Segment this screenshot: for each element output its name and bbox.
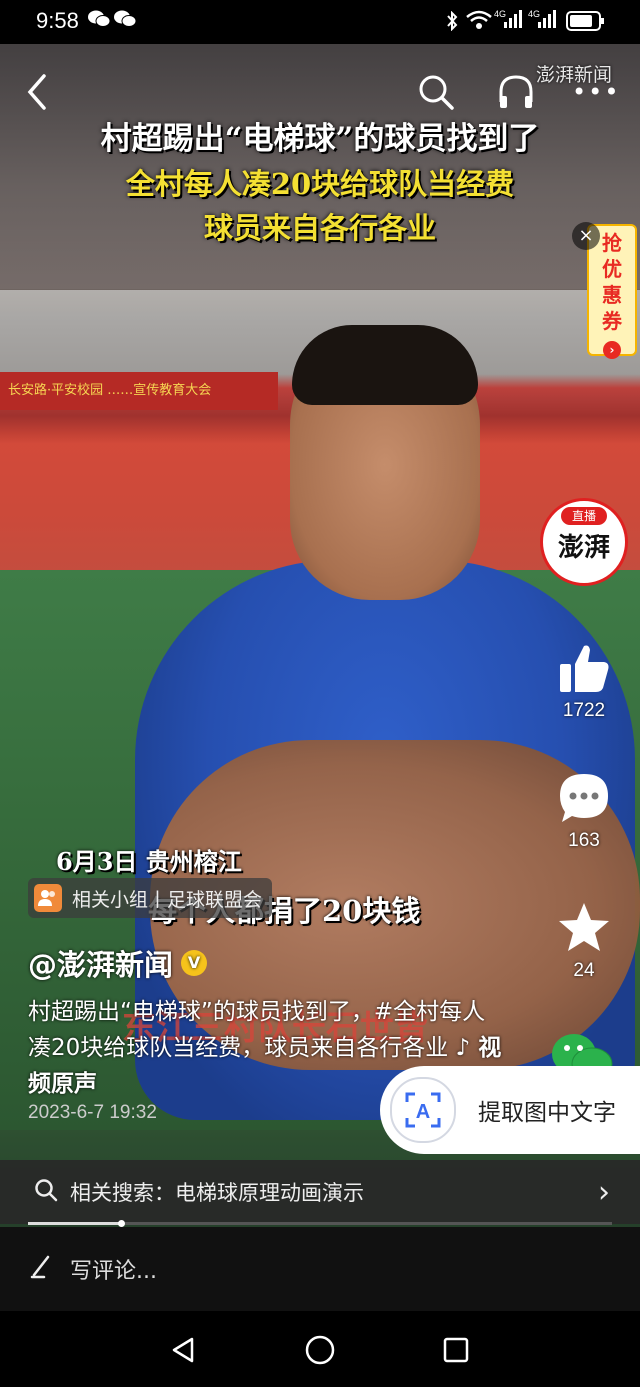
post-date: 2023-6-7 19:32 (28, 1102, 157, 1123)
wechat-icon (114, 10, 137, 32)
group-icon (34, 884, 62, 912)
pen-icon (30, 1253, 56, 1285)
search-icon (34, 1178, 58, 1207)
extract-text-label: 提取图中文字 (478, 1100, 616, 1126)
like-count: 1722 (562, 700, 606, 721)
nav-recents-button[interactable] (442, 1336, 470, 1368)
close-icon: × (578, 225, 594, 246)
title-line-1: 村超踢出“电梯球”的球员找到了 (100, 121, 540, 157)
nav-back-button[interactable] (168, 1335, 198, 1369)
comment-button[interactable]: 163 (548, 770, 620, 852)
author-name: @澎湃新闻 (28, 948, 174, 982)
related-search-prefix: 相关搜索： (70, 1181, 175, 1205)
home-circle-icon (305, 1335, 335, 1365)
more-icon: ••• (572, 78, 621, 106)
comment-count: 163 (568, 830, 600, 851)
signal-icon: 4G (494, 8, 526, 33)
author-link[interactable]: @澎湃新闻 V (28, 942, 208, 984)
system-nav-bar (0, 1311, 640, 1387)
favorite-button[interactable]: 24 (548, 900, 620, 982)
svg-text:4G: 4G (528, 9, 540, 19)
related-group-chip[interactable]: 相关小组丨足球联盟会 (28, 878, 273, 918)
description-text: 村超踢出“电梯球”的球员找到了，#全村每人凑20块给球队当经费，球员来自各行各业 (28, 999, 486, 1061)
more-button[interactable]: ••• (572, 78, 620, 106)
video-progress-bar[interactable] (28, 1220, 612, 1227)
live-tag: 直播 (561, 507, 607, 525)
headphones-icon (499, 75, 533, 108)
coupon-label: 抢优惠券 (602, 231, 622, 333)
recents-square-icon (443, 1337, 469, 1363)
back-button[interactable] (22, 70, 62, 116)
back-triangle-icon (172, 1337, 194, 1363)
coupon-close-button[interactable]: × (572, 222, 600, 250)
like-button[interactable]: 1722 (548, 640, 620, 722)
verified-icon: V (181, 950, 208, 976)
coupon-arrow-icon: › (603, 341, 621, 359)
live-badge[interactable]: 直播 澎湃 (540, 498, 628, 586)
title-line-3: 球员来自各行各业 (203, 211, 436, 245)
wifi-icon (466, 10, 492, 34)
thumbs-up-icon (548, 640, 620, 696)
svg-text:4G: 4G (494, 9, 506, 19)
comment-icon (548, 770, 620, 826)
signal-icon: 4G (528, 8, 560, 34)
progress-fill (28, 1222, 122, 1225)
bluetooth-icon (446, 10, 458, 35)
extract-text-button[interactable]: A 提取图中文字 (380, 1066, 640, 1154)
search-icon (419, 75, 454, 110)
comment-input-bar[interactable]: 写评论... (0, 1227, 640, 1311)
title-overlay: 村超踢出“电梯球”的球员找到了 全村每人凑20块给球队当经费 球员来自各行各业 (0, 116, 640, 250)
nav-home-button[interactable] (304, 1334, 336, 1370)
caption-date-place: 6月3日 贵州榕江 (56, 847, 242, 876)
related-search-query: 电梯球原理动画演示 (175, 1181, 364, 1205)
group-label: 相关小组丨足球联盟会 (72, 888, 263, 911)
favorite-count: 24 (573, 960, 595, 981)
chevron-right-icon: › (598, 1174, 610, 1210)
text-recognition-icon: A (390, 1077, 456, 1143)
live-logo: 澎湃 (557, 533, 610, 563)
wechat-icon (88, 10, 111, 32)
title-line-2: 全村每人凑20块给球队当经费 (125, 167, 515, 201)
related-search-bar[interactable]: 相关搜索： 电梯球原理动画演示 › (0, 1160, 640, 1224)
search-button[interactable] (416, 72, 456, 112)
star-icon (548, 900, 620, 956)
background-sign: 长安路·平安校园 ……宣传教育大会 (0, 372, 278, 410)
listen-button[interactable] (496, 72, 536, 112)
svg-text:A: A (416, 1101, 430, 1123)
battery-icon (566, 10, 606, 36)
player-hair (292, 325, 478, 405)
status-time: 9:58 (36, 8, 79, 33)
back-arrow-icon (27, 74, 46, 110)
comment-placeholder: 写评论... (70, 1259, 157, 1284)
status-bar: 9:58 4G 4G (0, 0, 640, 44)
